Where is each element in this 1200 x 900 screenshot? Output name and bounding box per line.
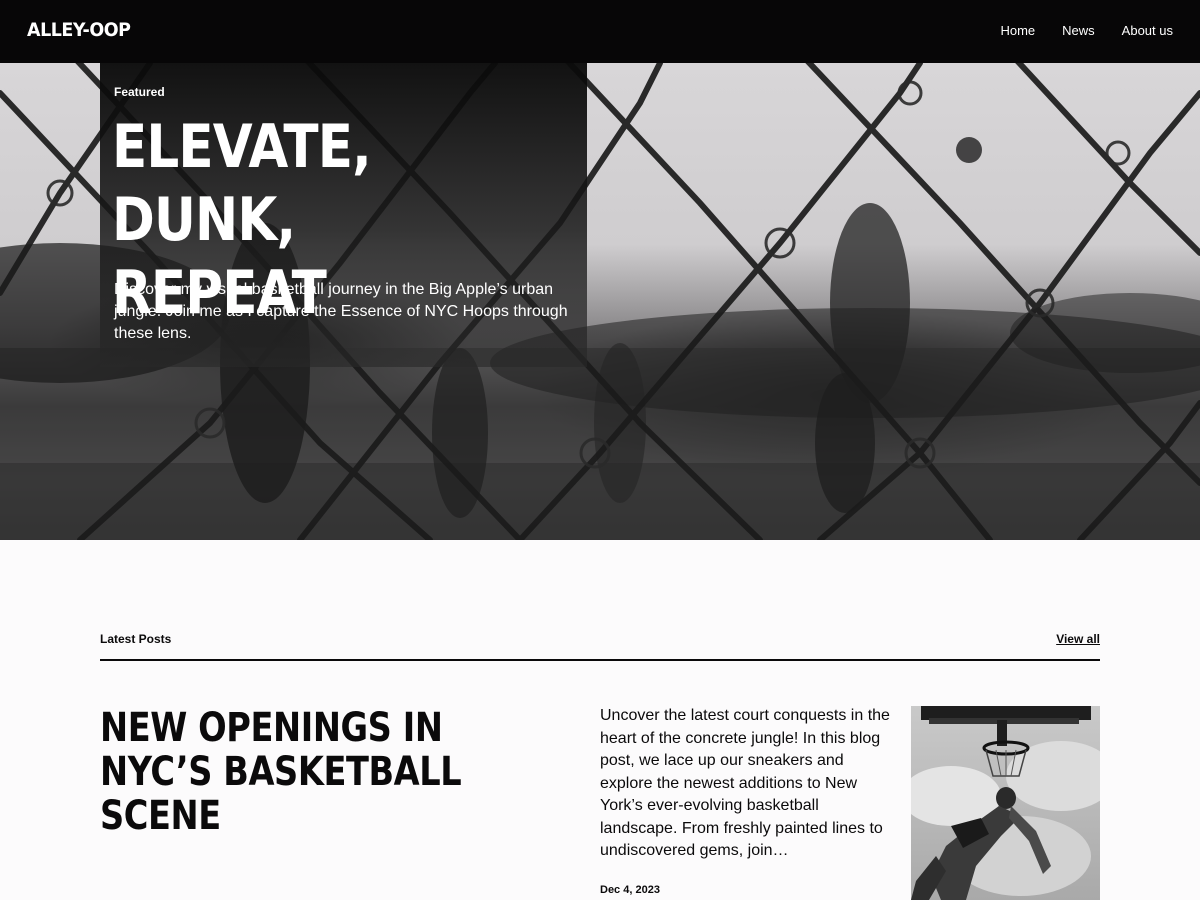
latest-posts-heading: Latest Posts [100, 632, 172, 646]
nav-news[interactable]: News [1062, 23, 1095, 38]
post-date: Dec 4, 2023 [600, 884, 660, 896]
nav-about-us[interactable]: About us [1122, 23, 1173, 38]
post-title[interactable]: New Openings in NYC’s Basketball Scene [100, 706, 495, 838]
hero-title-line-1: Elevate, [112, 112, 372, 182]
main-nav: Home News About us [1000, 23, 1173, 38]
section-divider [100, 659, 1100, 661]
post-thumbnail[interactable] [911, 706, 1100, 900]
site-logo[interactable]: ALLEY-OOP [27, 19, 131, 41]
hero-description: Discover my visual basketball journey in… [114, 281, 568, 342]
dunk-photo-icon [911, 706, 1100, 900]
hero-section: Featured Elevate, Dunk, Repeat Discover … [0, 63, 1200, 540]
view-all-link[interactable]: View all [1056, 632, 1100, 646]
site-header: ALLEY-OOP Home News About us [0, 0, 1200, 63]
nav-home[interactable]: Home [1000, 23, 1035, 38]
post-excerpt: Uncover the latest court conquests in th… [600, 707, 890, 859]
featured-label: Featured [114, 85, 165, 99]
